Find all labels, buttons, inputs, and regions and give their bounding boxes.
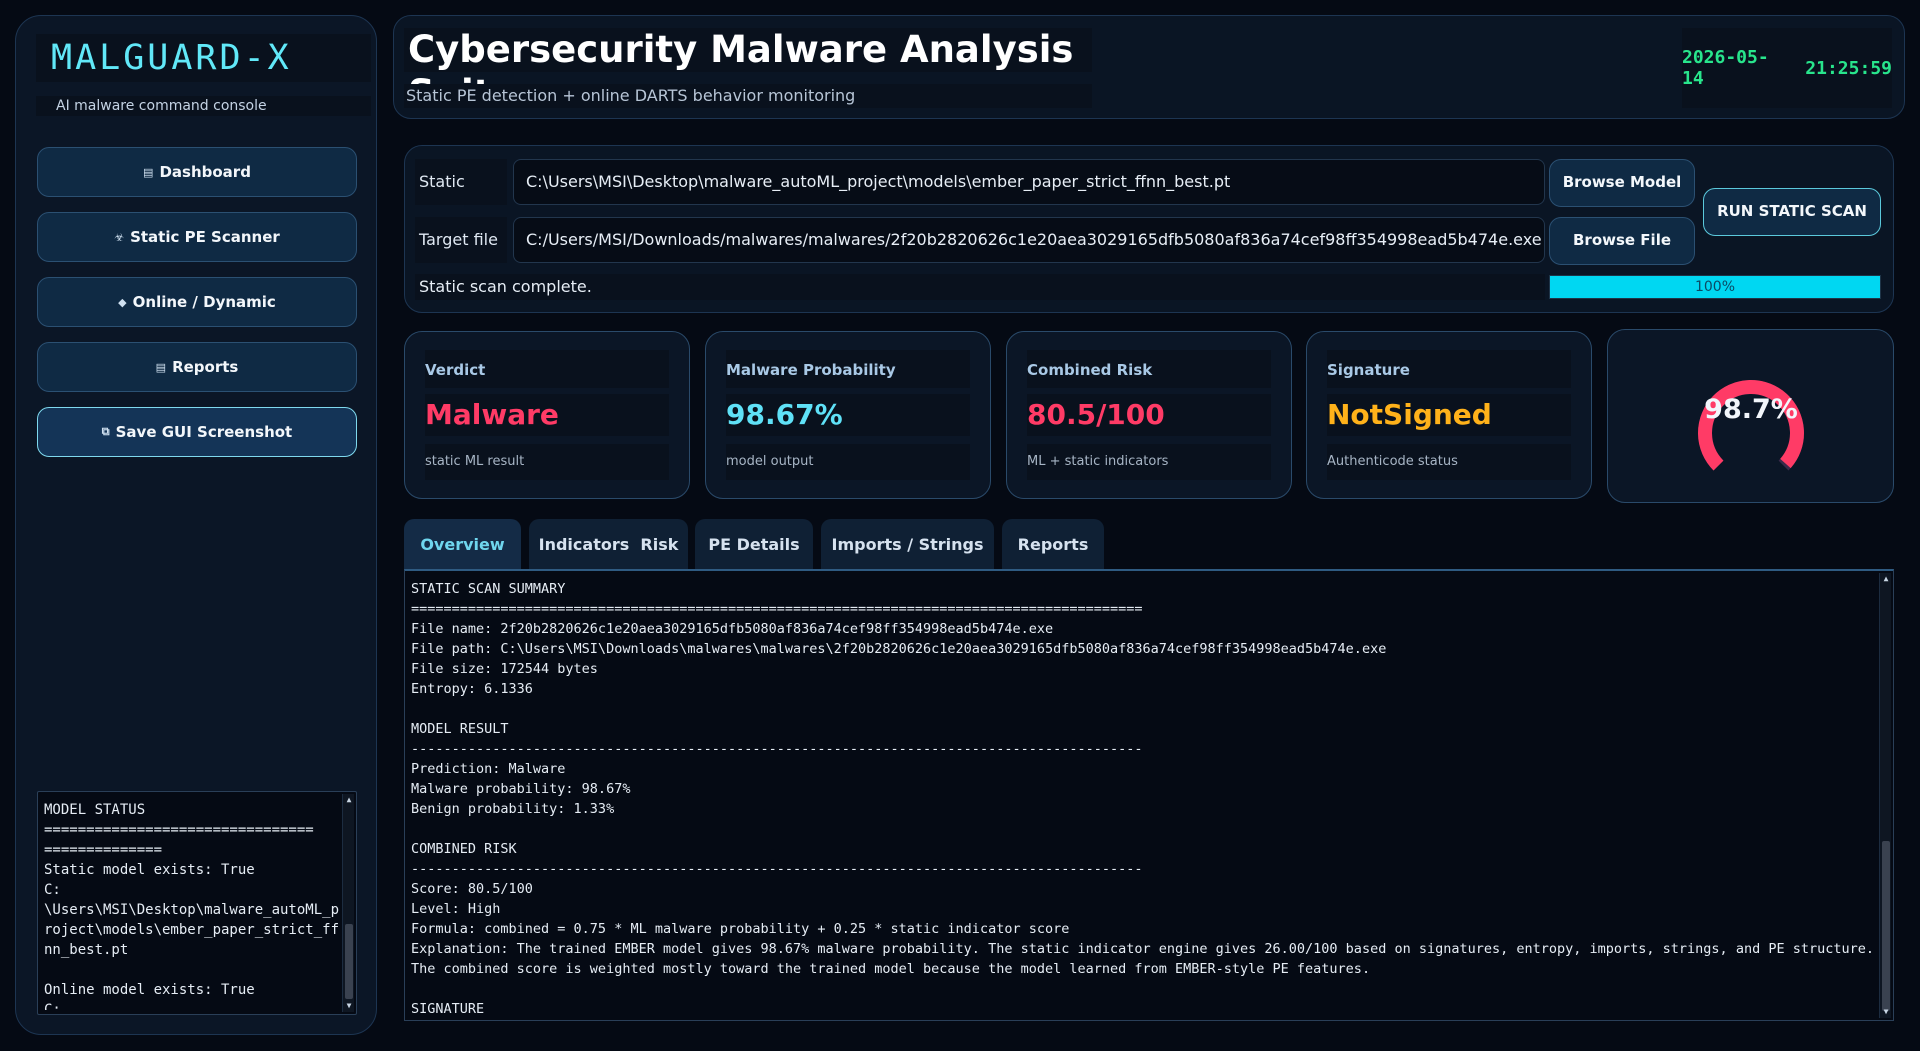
- reports-button-label: Reports: [172, 358, 239, 376]
- reports-icon: ▤: [155, 360, 167, 374]
- static-pe-scanner-button-label: Static PE Scanner: [130, 228, 280, 246]
- verdict-card: Verdict Malware static ML result: [404, 331, 690, 499]
- tab-imports-strings[interactable]: Imports / Strings: [821, 519, 994, 571]
- signature-card: Signature NotSigned Authenticode status: [1306, 331, 1592, 499]
- scroll-up-icon[interactable]: ▲: [1880, 573, 1892, 585]
- static-pe-scanner-button[interactable]: ☣ Static PE Scanner: [37, 212, 357, 262]
- scan-progress-bar: 100%: [1549, 275, 1881, 299]
- scan-output-text: STATIC SCAN SUMMARY ====================…: [411, 581, 1874, 1017]
- model-status-scrollbar[interactable]: ▲ ▼: [342, 794, 354, 1012]
- clock: 2026-05-14 21:25:59: [1682, 28, 1892, 108]
- static-model-label: Static model: [415, 159, 507, 237]
- combined-risk-card-title: Combined Risk: [1027, 350, 1271, 388]
- page-subtitle: Static PE detection + online DARTS behav…: [404, 84, 1092, 108]
- online-dynamic-button-label: Online / Dynamic: [132, 293, 276, 311]
- verdict-card-title: Verdict: [425, 350, 669, 388]
- target-file-label: Target file: [415, 217, 507, 263]
- combined-risk-card-subtitle: ML + static indicators: [1027, 444, 1271, 480]
- clock-date: 2026-05-14: [1682, 47, 1769, 89]
- sidebar: MALGUARD-X AI malware command console ▤ …: [15, 15, 377, 1035]
- scroll-thumb[interactable]: [345, 924, 353, 999]
- scan-output-panel[interactable]: STATIC SCAN SUMMARY ====================…: [404, 569, 1894, 1021]
- static-model-path-input[interactable]: C:\Users\MSI\Desktop\malware_autoML_proj…: [513, 159, 1545, 205]
- screenshot-icon: ⧉: [101, 425, 110, 438]
- model-status-panel[interactable]: MODEL STATUS ===========================…: [37, 791, 357, 1015]
- malware-probability-card-subtitle: model output: [726, 444, 970, 480]
- clock-time: 21:25:59: [1805, 57, 1892, 79]
- browse-file-button[interactable]: Browse File: [1549, 217, 1695, 265]
- malware-probability-value: 98.67%: [726, 394, 970, 436]
- dashboard-button[interactable]: ▤ Dashboard: [37, 147, 357, 197]
- signature-card-subtitle: Authenticode status: [1327, 444, 1571, 480]
- combined-risk-card: Combined Risk 80.5/100 (High) ML + stati…: [1006, 331, 1292, 499]
- scroll-thumb[interactable]: [1882, 841, 1890, 1011]
- combined-risk-value: 80.5/100 (High): [1027, 394, 1271, 473]
- signature-card-title: Signature: [1327, 350, 1571, 388]
- verdict-card-subtitle: static ML result: [425, 444, 669, 480]
- dashboard-icon: ▤: [143, 165, 154, 179]
- brand-tagline: AI malware command console: [36, 96, 371, 116]
- brand-logo: MALGUARD-X: [36, 34, 371, 82]
- diamond-icon: ◆: [118, 295, 127, 309]
- tab-reports[interactable]: Reports: [1002, 519, 1104, 571]
- gauge-value-text: 98.7%: [1704, 394, 1798, 425]
- model-status-text: MODEL STATUS ===========================…: [44, 802, 339, 1010]
- tab-pe-details[interactable]: PE Details: [695, 519, 813, 571]
- online-dynamic-button[interactable]: ◆ Online / Dynamic: [37, 277, 357, 327]
- scan-panel: Static model C:\Users\MSI\Desktop\malwar…: [404, 145, 1894, 313]
- page-title: Cybersecurity Malware Analysis Suite: [404, 28, 1092, 115]
- signature-value: NotSigned: [1327, 394, 1571, 436]
- target-file-path-input[interactable]: C:/Users/MSI/Downloads/malwares/malwares…: [513, 217, 1545, 263]
- scroll-up-icon[interactable]: ▲: [343, 794, 355, 806]
- reports-button[interactable]: ▤ Reports: [37, 342, 357, 392]
- risk-gauge-card: 98.7%: [1607, 329, 1894, 503]
- tab-indicators-risk[interactable]: Indicators Risk: [529, 519, 688, 571]
- tab-overview[interactable]: Overview: [404, 519, 521, 571]
- malware-probability-card-title: Malware Probability: [726, 350, 970, 388]
- scroll-down-icon[interactable]: ▼: [1880, 1006, 1892, 1018]
- verdict-value: Malware: [425, 394, 669, 436]
- dashboard-button-label: Dashboard: [159, 163, 251, 181]
- scan-output-scrollbar[interactable]: ▲ ▼: [1879, 573, 1891, 1018]
- save-gui-screenshot-button[interactable]: ⧉ Save GUI Screenshot: [37, 407, 357, 457]
- scroll-down-icon[interactable]: ▼: [343, 1000, 355, 1012]
- save-gui-screenshot-button-label: Save GUI Screenshot: [115, 423, 293, 441]
- browse-model-button[interactable]: Browse Model: [1549, 159, 1695, 207]
- scan-status-text: Static scan complete.: [415, 274, 1545, 300]
- run-static-scan-button[interactable]: RUN STATIC SCAN: [1703, 188, 1881, 236]
- risk-gauge: 98.7%: [1698, 380, 1804, 471]
- app-header: Cybersecurity Malware Analysis Suite Sta…: [393, 15, 1905, 119]
- malware-probability-card: Malware Probability 98.67% model output: [705, 331, 991, 499]
- scan-progress-text: 100%: [1694, 279, 1736, 295]
- biohazard-icon: ☣: [114, 230, 125, 244]
